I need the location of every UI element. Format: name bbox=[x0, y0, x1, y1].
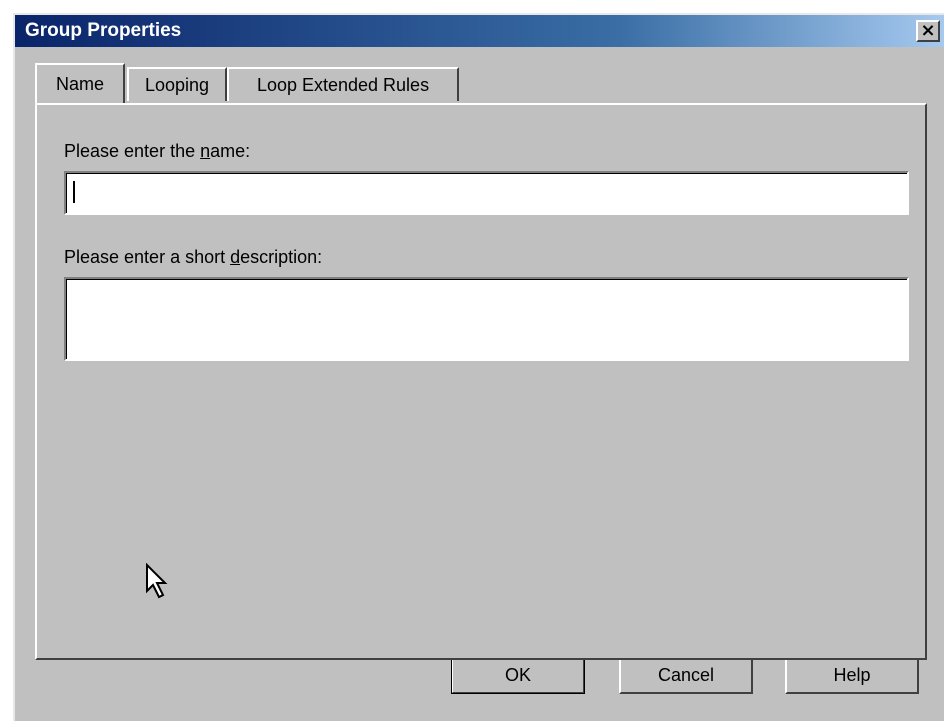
title-bar[interactable]: Group Properties × bbox=[15, 15, 944, 47]
tab-looping[interactable]: Looping bbox=[127, 67, 227, 101]
name-label: Please enter the name: bbox=[64, 141, 251, 161]
tab-loop-extended-rules[interactable]: Loop Extended Rules bbox=[227, 67, 459, 101]
ok-button[interactable]: OK bbox=[451, 656, 585, 694]
close-button[interactable]: × bbox=[916, 20, 940, 42]
cancel-button[interactable]: Cancel bbox=[619, 656, 753, 694]
mouse-pointer-icon bbox=[146, 563, 168, 599]
help-button[interactable]: Help bbox=[785, 656, 919, 694]
close-icon: × bbox=[920, 20, 936, 41]
tab-name[interactable]: Name bbox=[35, 63, 125, 103]
name-field[interactable] bbox=[64, 171, 909, 215]
description-field[interactable] bbox=[64, 277, 909, 361]
description-label: Please enter a short description: bbox=[64, 247, 323, 267]
window-title: Group Properties bbox=[25, 20, 182, 41]
text-caret bbox=[73, 181, 75, 203]
group-properties-dialog: Group Properties × Name Looping Loop Ext… bbox=[13, 13, 944, 721]
